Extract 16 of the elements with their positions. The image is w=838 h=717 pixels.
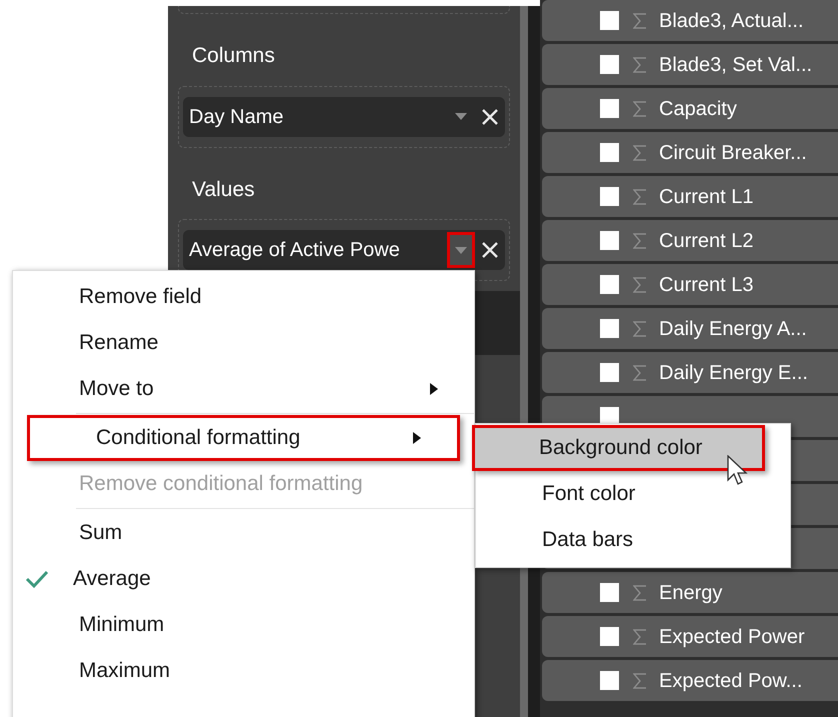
field-name: Current L1 bbox=[659, 184, 754, 210]
field-name: Blade3, Set Val... bbox=[659, 52, 812, 78]
section-title: Columns bbox=[192, 43, 276, 69]
field-name: Expected Pow... bbox=[659, 668, 802, 694]
field-label: Average of Active Powe bbox=[189, 238, 401, 263]
field-name: Daily Energy A... bbox=[659, 316, 807, 342]
field-name: Expected Power bbox=[659, 624, 805, 650]
field-name: Current L3 bbox=[659, 272, 754, 298]
field-name: Energy bbox=[659, 580, 722, 606]
section-title: Values bbox=[192, 176, 256, 202]
field-name: Current L2 bbox=[659, 228, 754, 254]
field-name: Capacity bbox=[659, 96, 737, 122]
field-name: Circuit Breaker... bbox=[659, 140, 807, 166]
field-label: Day Name bbox=[189, 104, 284, 130]
field-name: Blade3, Actual... bbox=[659, 8, 804, 34]
field-name: Daily Energy E... bbox=[659, 360, 808, 386]
